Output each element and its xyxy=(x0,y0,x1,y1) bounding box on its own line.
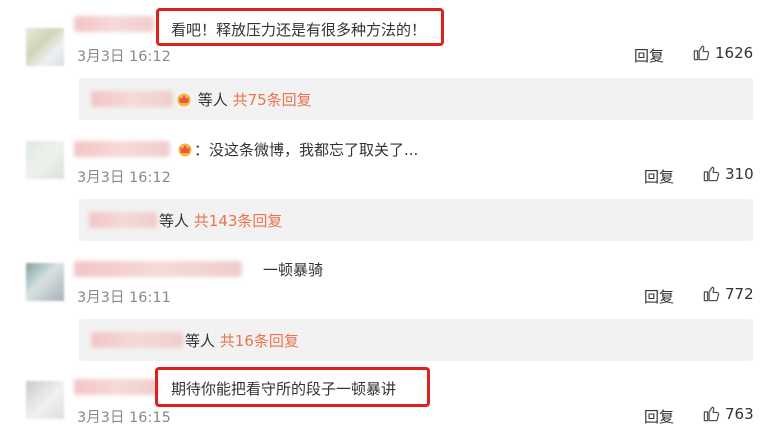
avatar[interactable] xyxy=(26,141,64,179)
comment-item: 一顿暴骑 3月3日 16:11 回复 772 等人 共16条回复 xyxy=(0,245,765,367)
reply-button[interactable]: 回复 xyxy=(634,45,664,66)
vip-crown-icon xyxy=(178,143,192,157)
sub-replies-summary: 等人 共16条回复 xyxy=(185,330,299,351)
vip-crown-icon xyxy=(177,93,191,107)
sub-replies-box[interactable]: 等人 共16条回复 xyxy=(79,319,753,361)
thumbs-up-icon xyxy=(703,286,720,302)
commenter-name[interactable] xyxy=(74,16,154,32)
highlight-box xyxy=(155,367,430,407)
comment-time: 3月3日 16:15 xyxy=(77,410,171,426)
like-count: 772 xyxy=(725,284,754,303)
comment-time: 3月3日 16:12 xyxy=(77,49,171,65)
sub-replies-count[interactable]: 共75条回复 xyxy=(233,91,312,109)
thumbs-up-icon xyxy=(693,45,710,61)
sub-replies-label: 等人 xyxy=(185,332,216,350)
thumbs-up-icon xyxy=(703,166,720,182)
comment-time: 3月3日 16:12 xyxy=(77,170,171,186)
sub-reply-names xyxy=(91,332,183,348)
highlight-box xyxy=(156,8,444,46)
avatar[interactable] xyxy=(26,28,64,66)
commenter-name[interactable] xyxy=(74,261,242,277)
like-button[interactable]: 310 xyxy=(702,164,754,183)
comment-text-body: ：没这条微博，我都忘了取关了... xyxy=(194,141,419,159)
sub-replies-count[interactable]: 共143条回复 xyxy=(194,212,283,230)
commenter-name[interactable] xyxy=(74,141,170,157)
avatar[interactable] xyxy=(26,263,64,301)
comment-item: ：没这条微博，我都忘了取关了... 3月3日 16:12 回复 310 等人 共… xyxy=(0,125,765,245)
comment-text: 一顿暴骑 xyxy=(263,261,324,279)
like-count: 1626 xyxy=(715,43,754,62)
reply-button[interactable]: 回复 xyxy=(644,406,674,427)
avatar[interactable] xyxy=(26,381,64,419)
sub-replies-count[interactable]: 共16条回复 xyxy=(220,332,299,350)
sub-replies-box[interactable]: 等人 共143条回复 xyxy=(79,199,753,241)
sub-replies-summary: 等人 共143条回复 xyxy=(159,210,282,231)
comment-text: ：没这条微博，我都忘了取关了... xyxy=(176,139,418,160)
sub-replies-summary: 等人 共75条回复 xyxy=(175,89,312,110)
sub-replies-label: 等人 xyxy=(159,212,190,230)
reply-button[interactable]: 回复 xyxy=(644,286,674,307)
commenter-name[interactable] xyxy=(74,379,158,395)
like-count: 763 xyxy=(725,404,754,423)
comment-time: 3月3日 16:11 xyxy=(77,290,171,306)
like-button[interactable]: 763 xyxy=(702,404,754,423)
sub-reply-names xyxy=(91,91,173,107)
like-button[interactable]: 1626 xyxy=(692,43,753,62)
sub-reply-names xyxy=(89,212,157,228)
sub-replies-label: 等人 xyxy=(197,91,228,109)
like-button[interactable]: 772 xyxy=(702,284,754,303)
thumbs-up-icon xyxy=(703,406,720,422)
reply-button[interactable]: 回复 xyxy=(644,166,674,187)
like-count: 310 xyxy=(725,164,754,183)
sub-replies-box[interactable]: 等人 共75条回复 xyxy=(79,78,753,120)
